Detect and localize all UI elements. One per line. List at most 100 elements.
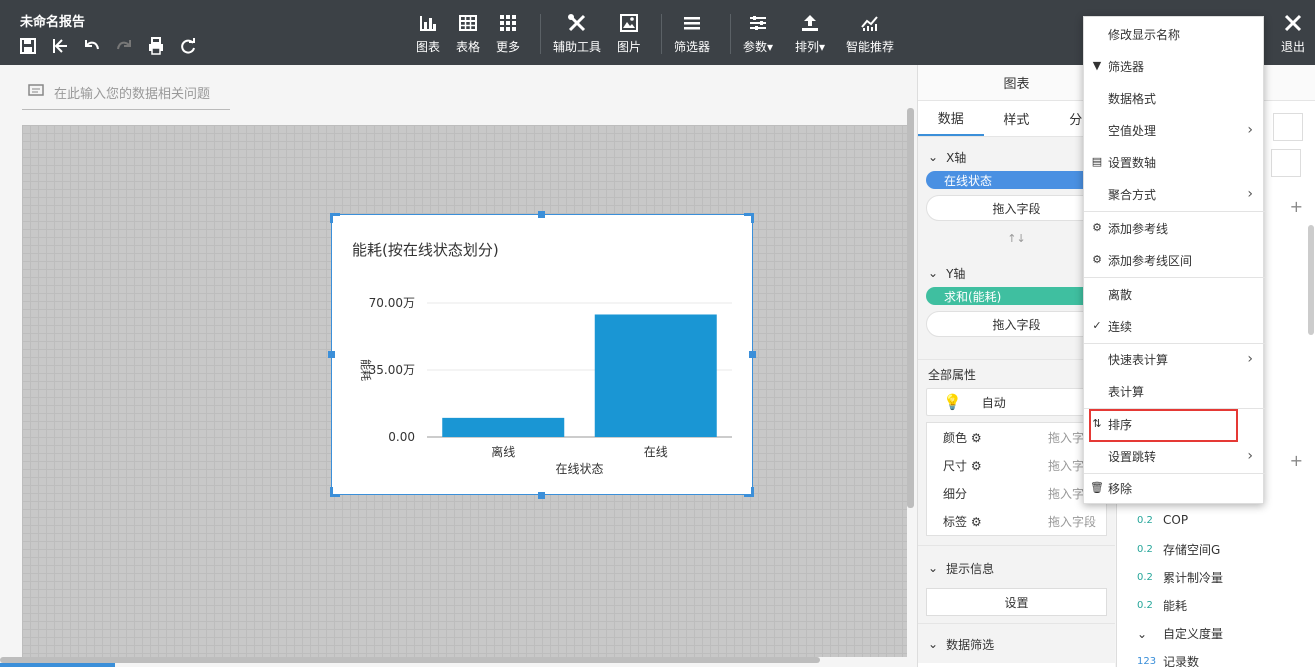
resize-handle-top[interactable] — [538, 211, 545, 218]
image-button[interactable]: 图片 — [617, 12, 641, 55]
table-button[interactable]: 表格 — [456, 12, 480, 55]
y-axis-field-pill[interactable]: 求和(能耗) — [926, 287, 1107, 305]
y-tick-label: 35.00万 — [369, 363, 415, 377]
add-field-icon[interactable]: + — [1290, 197, 1303, 216]
chart-button[interactable]: 图表 — [416, 12, 440, 55]
list-item[interactable]: 0.2 累计制冷量 — [1137, 569, 1223, 586]
close-icon — [1281, 12, 1305, 34]
resize-handle-right[interactable] — [749, 351, 756, 358]
chevron-down-icon: ⌄ — [928, 561, 939, 575]
print-icon[interactable] — [146, 36, 166, 56]
gear-icon: ⚙ — [970, 430, 982, 445]
list-item[interactable]: 123 记录数 — [1137, 653, 1199, 667]
canvas-vertical-scrollbar[interactable] — [907, 108, 914, 508]
chevron-right-icon: › — [1247, 448, 1253, 464]
menu-item-rename[interactable]: 修改显示名称 — [1084, 18, 1265, 50]
tab-style[interactable]: 样式 — [984, 101, 1050, 136]
exit-button[interactable]: 退出 — [1281, 12, 1305, 55]
arrange-button[interactable]: 排列▾ — [795, 12, 825, 55]
list-item[interactable]: ⌄ 自定义度量 — [1137, 625, 1223, 642]
mark-properties: 颜色 ⚙ 拖入字段 尺寸 ⚙ 拖入字段 细分 拖入字段 标签 ⚙ 拖入字段 — [926, 422, 1107, 536]
menu-item-data-format[interactable]: 数据格式 — [1084, 82, 1265, 114]
y-tick-label: 70.00万 — [369, 296, 415, 310]
x-tick-label: 在线 — [644, 445, 668, 459]
menu-item-filter[interactable]: ▼ 筛选器 — [1084, 50, 1265, 82]
bar-chart-icon — [416, 12, 440, 34]
menu-item-add-reference-line[interactable]: ⚙ 添加参考线 — [1084, 212, 1265, 244]
x-axis-title: 在线状态 — [555, 462, 603, 476]
menu-item-quick-table-calc[interactable]: 快速表计算 › — [1084, 343, 1265, 375]
axis-icon: ▤ — [1091, 154, 1103, 168]
question-input[interactable]: 在此输入您的数据相关问题 — [22, 76, 230, 110]
resize-corner-top-left[interactable] — [330, 213, 340, 223]
redo-icon[interactable] — [114, 36, 134, 56]
label-row[interactable]: 标签 ⚙ 拖入字段 — [927, 507, 1106, 535]
menu-item-aggregation[interactable]: 聚合方式 › — [1084, 178, 1265, 210]
filter-list-icon — [680, 12, 704, 34]
bar-0 — [442, 417, 565, 437]
toolbar-divider — [540, 14, 541, 54]
tooltip-title[interactable]: ⌄ 提示信息 — [918, 554, 1115, 582]
menu-item-add-reference-band[interactable]: ⚙ 添加参考线区间 — [1084, 244, 1265, 276]
canvas-horizontal-scrollbar[interactable] — [0, 657, 820, 663]
menu-item-continuous[interactable]: ✓ 连续 — [1084, 310, 1265, 342]
dataset-select[interactable] — [1273, 113, 1303, 141]
data-filter-section: ⌄ 数据筛选 — [918, 623, 1115, 663]
grid-more-icon — [496, 12, 520, 34]
smart-recommend-icon — [858, 12, 882, 34]
bar-1 — [594, 314, 717, 437]
chevron-right-icon: › — [1247, 351, 1253, 367]
resize-corner-bottom-right[interactable] — [744, 487, 754, 497]
x-axis-field-pill[interactable]: 在线状态 — [926, 171, 1107, 189]
page-tab-indicator — [0, 663, 115, 667]
mark-type-select[interactable]: 💡 自动 — [926, 388, 1107, 416]
gear-icon: ⚙ — [1092, 220, 1102, 234]
menu-item-null-handling[interactable]: 空值处理 › — [1084, 114, 1265, 146]
menu-item-remove[interactable]: 🗑 移除 — [1084, 472, 1265, 504]
add-measure-icon[interactable]: + — [1290, 451, 1303, 470]
list-item[interactable]: 0.2 存储空间G — [1137, 541, 1220, 558]
resize-corner-top-right[interactable] — [744, 213, 754, 223]
table-icon — [456, 12, 480, 34]
tooltip-settings-button[interactable]: 设置 — [926, 588, 1107, 616]
list-item[interactable]: 0.2 能耗 — [1137, 597, 1187, 614]
gear-icon: ⚙ — [1092, 252, 1102, 266]
chevron-right-icon: › — [1247, 122, 1253, 138]
chart-widget[interactable]: 能耗(按在线状态划分) 0.00 35.00万 70.00万 离线 在线 在线状态 能耗 — [331, 214, 753, 495]
smart-recommend-button[interactable]: 智能推荐 — [846, 12, 894, 55]
gear-icon: ⚙ — [970, 514, 982, 529]
more-button[interactable]: 更多 — [496, 12, 520, 55]
data-filter-title[interactable]: ⌄ 数据筛选 — [918, 630, 1115, 658]
field-search-input[interactable] — [1271, 149, 1301, 177]
filter-button[interactable]: 筛选器 — [674, 12, 710, 55]
tools-icon — [565, 12, 589, 34]
resize-corner-bottom-left[interactable] — [330, 487, 340, 497]
resize-handle-bottom[interactable] — [538, 492, 545, 499]
menu-item-set-jump[interactable]: 设置跳转 › — [1084, 440, 1265, 472]
refresh-icon[interactable] — [178, 36, 198, 56]
menu-item-table-calc[interactable]: 表计算 — [1084, 375, 1265, 407]
field-list-scrollbar[interactable] — [1308, 225, 1314, 335]
quick-actions — [18, 36, 198, 56]
y-axis-title: 能耗 — [359, 359, 373, 381]
resize-handle-left[interactable] — [328, 351, 335, 358]
params-button[interactable]: 参数▾ — [743, 12, 773, 55]
menu-item-set-axis[interactable]: ▤ 设置数轴 — [1084, 146, 1265, 178]
color-row[interactable]: 颜色 ⚙ 拖入字段 — [927, 423, 1106, 451]
x-axis-drop-zone[interactable]: 拖入字段 — [926, 195, 1107, 221]
chevron-down-icon: ⌄ — [928, 266, 939, 280]
list-item[interactable]: 0.2 COP — [1137, 513, 1188, 527]
menu-item-discrete[interactable]: 离散 — [1084, 278, 1265, 310]
image-icon — [617, 12, 641, 34]
detail-row[interactable]: 细分 拖入字段 — [927, 479, 1106, 507]
back-icon[interactable] — [50, 36, 70, 56]
undo-icon[interactable] — [82, 36, 102, 56]
toolbar-divider — [730, 14, 731, 54]
params-icon — [746, 12, 770, 34]
aux-tools-button[interactable]: 辅助工具 — [553, 12, 601, 55]
save-icon[interactable] — [18, 36, 38, 56]
y-axis-drop-zone[interactable]: 拖入字段 — [926, 311, 1107, 337]
chevron-down-icon: ⌄ — [928, 637, 939, 651]
size-row[interactable]: 尺寸 ⚙ 拖入字段 — [927, 451, 1106, 479]
tab-data[interactable]: 数据 — [918, 101, 984, 136]
